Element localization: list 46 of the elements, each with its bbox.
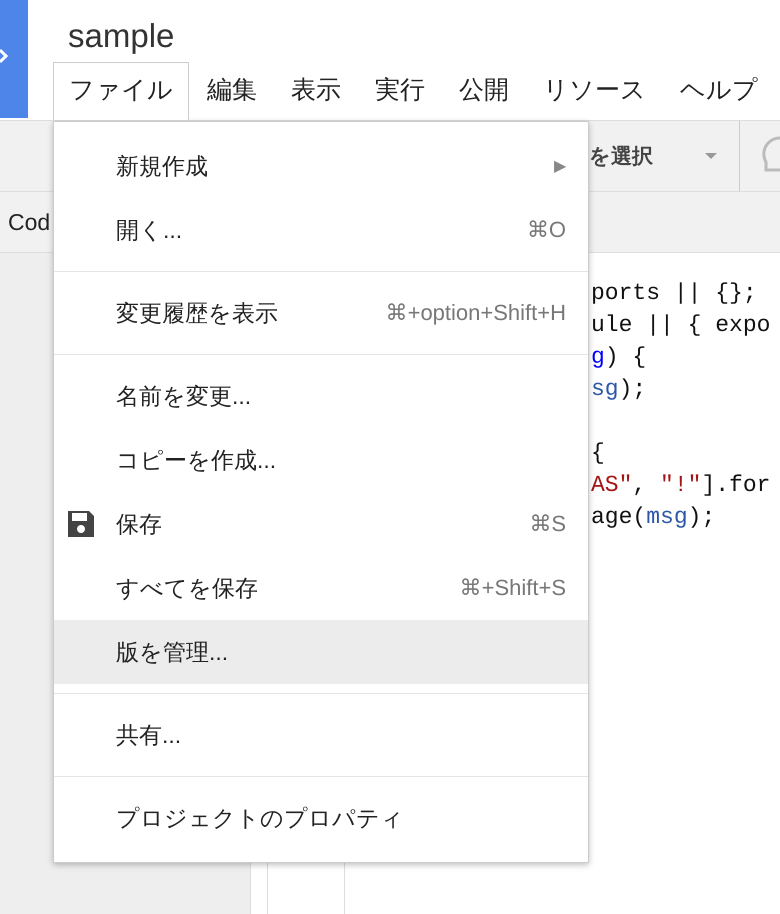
menu-item[interactable]: 開く... ⌘O: [54, 198, 588, 262]
menu-item-label: 版を管理...: [116, 638, 230, 666]
keyboard-shortcut: ⌘S: [529, 511, 566, 537]
menu-bar-item[interactable]: リソース: [527, 62, 662, 112]
code-line: g) {: [591, 343, 646, 372]
menu-item-label: プロジェクトのプロパティ: [116, 804, 405, 832]
menu-bar-item[interactable]: 実行: [359, 62, 441, 112]
menu-item[interactable]: 名前を変更...: [54, 364, 588, 428]
code-line: ule || { expo: [591, 311, 770, 340]
menu-item[interactable]: 保存 ⌘S: [54, 492, 588, 556]
code-line: age(msg);: [591, 503, 716, 532]
menu-item[interactable]: 共有...: [54, 703, 588, 767]
code-line: ports || {};: [591, 279, 757, 308]
keyboard-shortcut: ⌘+option+Shift+H: [386, 300, 566, 326]
menu-item-label: コピーを作成...: [116, 446, 278, 474]
menu-item[interactable]: すべてを保存 ⌘+Shift+S: [54, 556, 588, 620]
menu-item[interactable]: コピーを作成...: [54, 428, 588, 492]
menu-item-label: 共有...: [116, 720, 182, 750]
menu-bar-item[interactable]: 公開: [443, 62, 525, 112]
save-icon: [66, 509, 96, 539]
keyboard-shortcut: ⌘O: [526, 217, 566, 243]
app-logo[interactable]: [0, 0, 28, 118]
keyboard-shortcut: ⌘+Shift+S: [460, 575, 566, 601]
menu-bar-item[interactable]: ヘルプ: [664, 62, 774, 112]
submenu-arrow: ▶: [554, 157, 566, 176]
file-tab[interactable]: Cod: [8, 208, 50, 236]
project-title[interactable]: sample: [68, 16, 174, 56]
menu-bar-item[interactable]: 表示: [275, 62, 357, 112]
chevron-icon: [0, 48, 8, 64]
menu-item-label: 変更履歴を表示: [116, 298, 279, 328]
menu-item-label: 保存: [116, 510, 163, 538]
menu-item-label: 名前を変更...: [116, 382, 252, 410]
code-line: sg);: [591, 375, 646, 404]
menu-bar-item[interactable]: ファイル: [53, 62, 189, 120]
menu-item-label: すべてを保存: [116, 574, 259, 602]
menu-bar-item[interactable]: 編集: [191, 62, 273, 112]
code-line: {: [591, 439, 605, 468]
caret-icon: [705, 153, 717, 159]
menu-item[interactable]: プロジェクトのプロパティ: [54, 786, 588, 850]
menu-item[interactable]: 新規作成 ▶: [54, 134, 588, 198]
menu-item[interactable]: 版を管理...: [54, 620, 588, 684]
menu-item-label: 新規作成: [116, 152, 209, 180]
function-select[interactable]: を選択: [589, 126, 739, 186]
menu-item[interactable]: 変更履歴を表示 ⌘+option+Shift+H: [54, 281, 588, 345]
code-line: AS", "!"].for: [591, 471, 770, 500]
menu-item-label: 開く...: [116, 216, 184, 244]
